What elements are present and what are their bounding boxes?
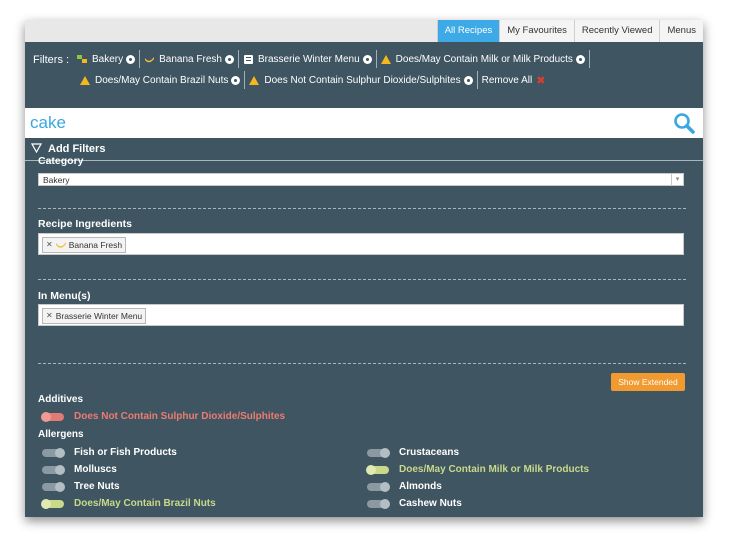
recipe-search-panel: All Recipes My Favourites Recently Viewe… [25,20,703,517]
filter-chip-label: Bakery [92,53,124,65]
menu-tag: ✕ Brasserie Winter Menu [42,308,147,324]
filter-chip-label: Does/May Contain Milk or Milk Products [395,53,573,65]
allergens-title: Allergens [38,429,84,440]
remove-tag-icon[interactable]: ✕ [46,309,53,323]
warning-icon [380,54,391,64]
remove-filter-icon[interactable] [231,75,241,85]
allergen-label: Does/May Contain Brazil Nuts [74,498,216,509]
remove-filter-icon[interactable] [362,54,372,64]
allergen-toggle-tree-nuts[interactable]: Tree Nuts [42,481,120,492]
filter-chip-label: Banana Fresh [159,53,222,65]
ingredient-tag-label: Banana Fresh [68,240,123,250]
toggle-switch[interactable] [366,464,389,475]
add-filters-label: Add Filters [48,143,106,155]
allergen-label: Cashew Nuts [399,498,462,509]
filter-chip-brazil-nuts[interactable]: Does/May Contain Brazil Nuts [80,71,246,89]
filter-chip-label: Brasserie Winter Menu [257,53,360,65]
allergen-toggle-molluscs[interactable]: Molluscs [42,464,117,475]
allergen-label: Does/May Contain Milk or Milk Products [399,464,590,475]
toggle-switch[interactable] [41,411,64,422]
allergen-toggle-cashew-nuts[interactable]: Cashew Nuts [367,498,462,509]
ingredient-icon [55,242,66,248]
section-divider [38,208,686,209]
menu-icon [243,54,253,64]
allergen-toggle-almonds[interactable]: Almonds [367,481,442,492]
menus-title: In Menu(s) [38,290,91,302]
search-input[interactable] [30,110,650,136]
toggle-switch[interactable] [367,447,390,458]
tab-menus[interactable]: Menus [659,20,703,42]
show-extended-button[interactable]: Show Extended [611,373,685,391]
filter-chip-label: Does/May Contain Brazil Nuts [95,74,229,86]
section-divider [38,363,686,364]
remove-tag-icon[interactable]: ✕ [46,238,53,252]
ingredient-tag: ✕ Banana Fresh [42,237,127,253]
filter-chip-banana-fresh[interactable]: Banana Fresh [144,50,239,68]
tab-my-favourites[interactable]: My Favourites [499,20,574,42]
add-filters-toggle[interactable]: Add Filters [25,138,703,161]
category-title: Category [38,155,84,167]
remove-all-button[interactable]: Remove All ✖ [482,74,546,87]
search-bar [25,108,703,138]
toggle-switch[interactable] [41,498,64,509]
filter-row-1: Bakery Banana Fresh Brasserie Winter Men… [77,50,594,68]
allergen-toggle-brazil-nuts[interactable]: Does/May Contain Brazil Nuts [41,498,216,509]
additive-toggle-sulphites[interactable]: Does Not Contain Sulphur Dioxide/Sulphit… [41,411,286,422]
remove-filter-icon[interactable] [126,54,136,64]
toggle-switch[interactable] [367,481,390,492]
remove-filter-icon[interactable] [224,54,234,64]
remove-all-label: Remove All [481,74,533,86]
tab-bar: All Recipes My Favourites Recently Viewe… [436,20,703,42]
allergen-toggle-fish[interactable]: Fish or Fish Products [42,447,177,458]
search-icon [674,113,695,134]
toggle-switch[interactable] [367,498,390,509]
allergen-label: Crustaceans [399,447,460,458]
allergen-toggle-crustaceans[interactable]: Crustaceans [367,447,459,458]
filter-chip-brasserie-winter-menu[interactable]: Brasserie Winter Menu [243,50,377,68]
filter-chip-label: Does Not Contain Sulphur Dioxide/Sulphit… [264,74,461,86]
additive-label: Does Not Contain Sulphur Dioxide/Sulphit… [74,411,286,422]
allergen-toggle-milk[interactable]: Does/May Contain Milk or Milk Products [366,464,590,475]
filter-chip-bakery[interactable]: Bakery [77,50,141,68]
warning-icon [249,75,260,85]
category-selected-value: Bakery [43,175,70,185]
toggle-switch[interactable] [42,447,65,458]
remove-filter-icon[interactable] [575,54,585,64]
filters-label: Filters : [33,54,70,66]
allergen-label: Tree Nuts [74,481,120,492]
tab-strip: All Recipes My Favourites Recently Viewe… [25,20,703,42]
collapse-triangle-icon [31,143,42,153]
close-icon: ✖ [536,74,546,87]
menu-tag-label: Brasserie Winter Menu [55,311,143,321]
allergen-label: Molluscs [74,464,117,475]
warning-icon [80,75,90,85]
active-filters-bar: Filters : Bakery Banana Fresh Brasserie … [25,42,703,108]
ingredients-title: Recipe Ingredients [38,218,132,230]
bakery-icon [77,54,87,63]
filter-row-2: Does/May Contain Brazil Nuts Does Not Co… [80,71,545,89]
filter-chip-milk[interactable]: Does/May Contain Milk or Milk Products [380,50,590,68]
allergen-label: Fish or Fish Products [74,447,177,458]
filter-chip-sulphites[interactable]: Does Not Contain Sulphur Dioxide/Sulphit… [249,71,478,89]
chevron-down-icon: ▾ [671,174,683,185]
remove-filter-icon[interactable] [463,75,473,85]
tab-all-recipes[interactable]: All Recipes [436,20,500,42]
allergen-label: Almonds [399,481,442,492]
toggle-switch[interactable] [42,481,65,492]
section-divider [38,279,686,280]
toggle-switch[interactable] [42,464,65,475]
category-select[interactable]: Bakery ▾ [38,173,684,186]
ingredients-field[interactable]: ✕ Banana Fresh [38,233,684,255]
tab-recently-viewed[interactable]: Recently Viewed [573,20,660,42]
ingredient-icon [145,56,155,62]
additives-title: Additives [38,394,84,405]
search-button[interactable] [665,108,703,138]
menus-field[interactable]: ✕ Brasserie Winter Menu [38,304,684,326]
